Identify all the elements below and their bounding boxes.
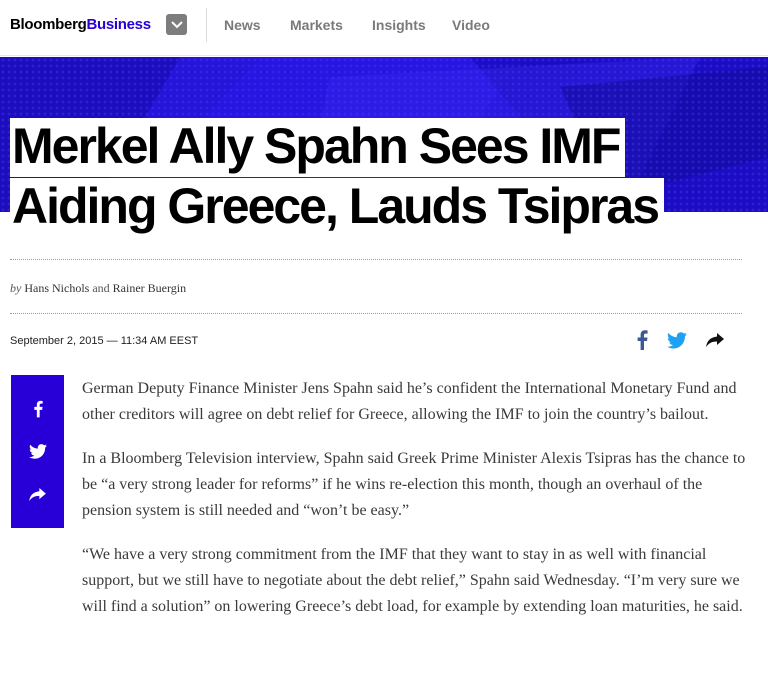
- twitter-icon: [28, 443, 47, 459]
- nav-news[interactable]: News: [224, 17, 261, 33]
- logo-bloomberg-text: Bloomberg: [10, 16, 87, 33]
- menu-toggle-button[interactable]: [166, 14, 187, 35]
- nav-insights[interactable]: Insights: [372, 17, 426, 33]
- publish-time: 11:34 AM EEST: [120, 335, 199, 347]
- twitter-icon: [667, 331, 687, 348]
- share-more-top[interactable]: [703, 328, 727, 352]
- author-link-rainer-buergin[interactable]: Rainer Buergin: [113, 281, 186, 295]
- chevron-down-icon: [170, 20, 183, 28]
- nav-divider: [206, 8, 207, 42]
- share-twitter-top[interactable]: [665, 328, 689, 352]
- share-facebook-top[interactable]: [630, 328, 654, 352]
- headline-line-2: Aiding Greece, Lauds Tsipras: [10, 178, 665, 237]
- bloomberg-business-logo[interactable]: BloombergBusiness: [10, 16, 151, 33]
- divider-bottom: [10, 313, 742, 314]
- share-arrow-icon: [29, 487, 46, 501]
- article-paragraph-2: In a Bloomberg Television interview, Spa…: [82, 450, 746, 519]
- author-link-hans-nichols[interactable]: Hans Nichols: [24, 281, 89, 295]
- article-paragraph-3: “We have a very strong commitment from t…: [82, 546, 743, 615]
- share-arrow-icon: [706, 333, 724, 347]
- date-separator: —: [106, 335, 118, 347]
- dateline: September 2, 2015 — 11:34 AM EEST: [10, 335, 198, 347]
- rail-share-button[interactable]: [11, 476, 64, 512]
- nav-video[interactable]: Video: [452, 17, 490, 33]
- article-body: German Deputy Finance Minister Jens Spah…: [82, 376, 747, 638]
- rail-twitter-button[interactable]: [11, 433, 64, 469]
- divider-top: [10, 259, 742, 260]
- byline-by: by: [10, 281, 22, 295]
- publish-date: September 2, 2015: [10, 335, 104, 347]
- logo-business-text: Business: [86, 16, 151, 33]
- byline: by Hans Nichols and Rainer Buergin: [10, 281, 186, 296]
- nav-markets[interactable]: Markets: [290, 17, 343, 33]
- facebook-icon: [637, 330, 648, 350]
- facebook-icon: [33, 400, 43, 418]
- headline-line-1: Merkel Ally Spahn Sees IMF: [10, 118, 626, 177]
- top-navigation: BloombergBusiness News Markets Insights …: [0, 0, 768, 56]
- share-rail: [11, 375, 64, 528]
- rail-facebook-button[interactable]: [11, 391, 64, 427]
- article-paragraph-1: German Deputy Finance Minister Jens Spah…: [82, 380, 737, 423]
- byline-and: and: [92, 281, 110, 295]
